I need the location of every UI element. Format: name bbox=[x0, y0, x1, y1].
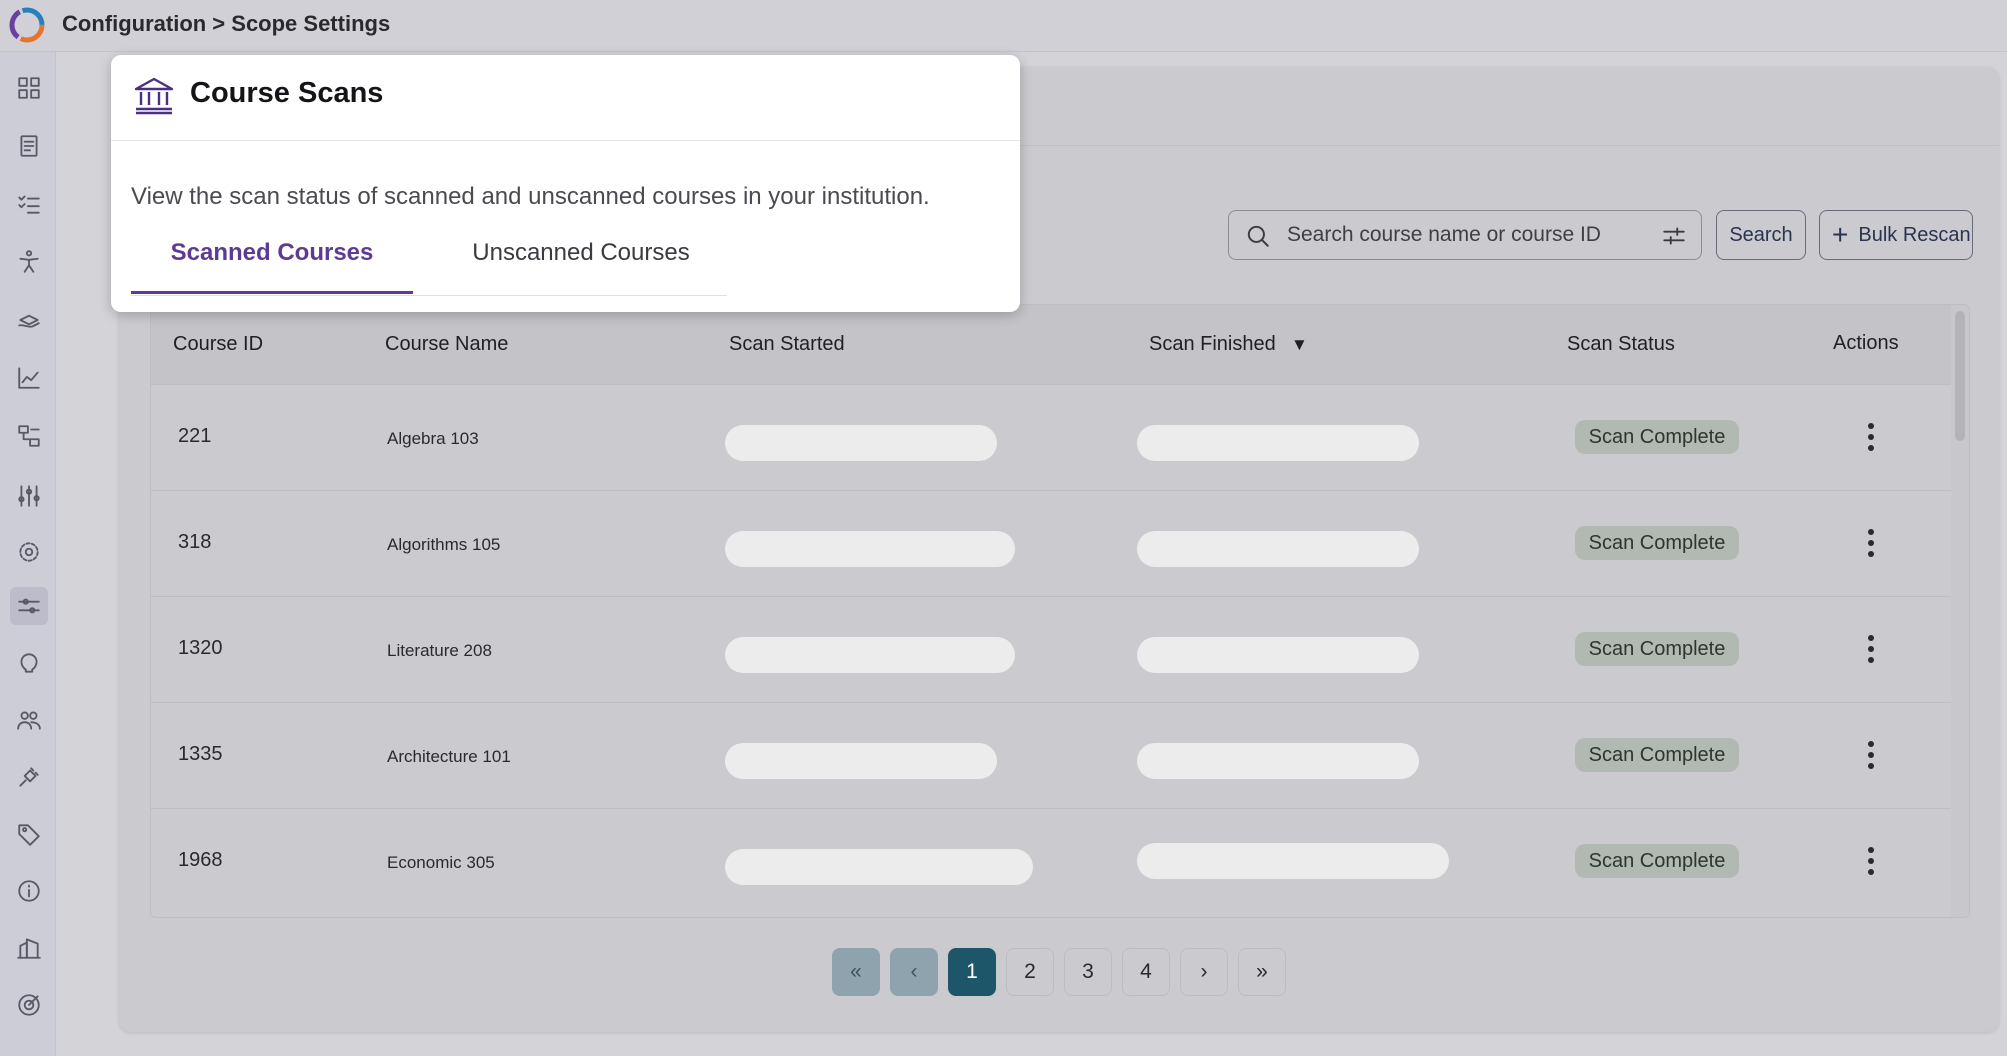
course-tabs: Scanned Courses Unscanned Courses bbox=[131, 232, 727, 296]
document-icon[interactable] bbox=[10, 127, 48, 165]
scrollbar-thumb[interactable] bbox=[1955, 311, 1965, 441]
scan-started-placeholder bbox=[725, 425, 997, 461]
workflow-icon[interactable] bbox=[10, 417, 48, 455]
status-badge: Scan Complete bbox=[1575, 526, 1739, 560]
app-logo-icon[interactable] bbox=[6, 4, 48, 46]
scan-finished-placeholder bbox=[1137, 743, 1419, 779]
checklist-icon[interactable] bbox=[10, 185, 48, 223]
filter-icon[interactable] bbox=[1661, 223, 1687, 249]
sort-desc-icon[interactable]: ▼ bbox=[1291, 335, 1308, 355]
row-actions-icon[interactable] bbox=[1856, 841, 1886, 881]
table-row[interactable]: 1320 Literature 208 Scan Complete bbox=[151, 597, 1951, 703]
search-button[interactable]: Search bbox=[1716, 210, 1806, 260]
tab-unscanned-courses[interactable]: Unscanned Courses bbox=[471, 232, 691, 294]
table-row[interactable]: 221 Algebra 103 Scan Complete bbox=[151, 385, 1951, 491]
bulk-rescan-label: Bulk Rescan bbox=[1858, 223, 1971, 246]
prev-page-button[interactable]: ‹ bbox=[890, 948, 938, 996]
gear-icon[interactable] bbox=[10, 533, 48, 571]
next-page-button[interactable]: › bbox=[1180, 948, 1228, 996]
popover-description: View the scan status of scanned and unsc… bbox=[131, 183, 930, 210]
status-badge: Scan Complete bbox=[1575, 632, 1739, 666]
course-name: Economic 305 bbox=[387, 853, 495, 872]
learning-icon[interactable] bbox=[10, 301, 48, 339]
scan-finished-placeholder bbox=[1137, 637, 1419, 673]
plug-icon[interactable] bbox=[10, 758, 48, 796]
adjustments-icon[interactable] bbox=[10, 477, 48, 515]
row-actions-icon[interactable] bbox=[1856, 523, 1886, 563]
page-button-2[interactable]: 2 bbox=[1006, 948, 1054, 996]
sidebar bbox=[0, 52, 56, 1056]
course-id: 1968 bbox=[178, 849, 223, 871]
users-icon[interactable] bbox=[10, 701, 48, 739]
popover-title: Course Scans bbox=[190, 77, 384, 109]
column-header-course-id[interactable]: Course ID bbox=[173, 333, 263, 356]
breadcrumb: Configuration > Scope Settings bbox=[62, 11, 391, 36]
target-icon[interactable] bbox=[10, 986, 48, 1024]
scan-started-placeholder bbox=[725, 637, 1015, 673]
search-input-container[interactable] bbox=[1228, 210, 1702, 260]
course-id: 1335 bbox=[178, 743, 223, 765]
popover-header: Course Scans bbox=[111, 55, 1020, 141]
column-header-course-name[interactable]: Course Name bbox=[385, 333, 508, 356]
column-header-scan-status[interactable]: Scan Status bbox=[1567, 333, 1675, 356]
search-icon bbox=[1247, 225, 1269, 247]
top-bar: Configuration > Scope Settings bbox=[0, 0, 2007, 52]
table-row[interactable]: 318 Algorithms 105 Scan Complete bbox=[151, 491, 1951, 597]
brain-icon[interactable] bbox=[10, 644, 48, 682]
course-scans-popover: Course Scans View the scan status of sca… bbox=[111, 55, 1020, 312]
courses-table: Course ID Course Name Scan Started Scan … bbox=[150, 304, 1970, 918]
course-id: 221 bbox=[178, 425, 212, 447]
course-name: Algorithms 105 bbox=[387, 535, 501, 554]
table-scrollbar[interactable] bbox=[1951, 305, 1969, 917]
status-badge: Scan Complete bbox=[1575, 844, 1739, 878]
page-button-3[interactable]: 3 bbox=[1064, 948, 1112, 996]
row-actions-icon[interactable] bbox=[1856, 735, 1886, 775]
course-name: Literature 208 bbox=[387, 641, 492, 660]
column-header-scan-started[interactable]: Scan Started bbox=[729, 333, 845, 356]
course-id: 318 bbox=[178, 531, 212, 553]
status-badge: Scan Complete bbox=[1575, 420, 1739, 454]
last-page-button[interactable]: » bbox=[1238, 948, 1286, 996]
course-name: Algebra 103 bbox=[387, 429, 479, 448]
scan-finished-placeholder bbox=[1137, 425, 1419, 461]
scan-started-placeholder bbox=[725, 531, 1015, 567]
scan-started-placeholder bbox=[725, 849, 1033, 885]
row-actions-icon[interactable] bbox=[1856, 629, 1886, 669]
page-button-1[interactable]: 1 bbox=[948, 948, 996, 996]
scan-finished-placeholder bbox=[1137, 531, 1419, 567]
column-header-actions: Actions bbox=[1833, 332, 1899, 354]
analytics-icon[interactable] bbox=[10, 359, 48, 397]
plus-icon: + bbox=[1832, 219, 1849, 250]
column-header-scan-finished[interactable]: Scan Finished bbox=[1149, 333, 1276, 356]
row-actions-icon[interactable] bbox=[1856, 417, 1886, 457]
accessibility-icon[interactable] bbox=[10, 243, 48, 281]
tab-scanned-courses[interactable]: Scanned Courses bbox=[131, 232, 413, 294]
table-header: Course ID Course Name Scan Started Scan … bbox=[151, 305, 1951, 385]
table-row[interactable]: 1968 Economic 305 Scan Complete bbox=[151, 809, 1951, 915]
scan-started-placeholder bbox=[725, 743, 997, 779]
info-icon[interactable] bbox=[10, 872, 48, 910]
institution-icon bbox=[134, 77, 174, 115]
table-row[interactable]: 1335 Architecture 101 Scan Complete bbox=[151, 703, 1951, 809]
bulk-rescan-button[interactable]: + Bulk Rescan bbox=[1819, 210, 1973, 260]
scan-finished-placeholder bbox=[1137, 843, 1449, 879]
course-name: Architecture 101 bbox=[387, 747, 511, 766]
tag-icon[interactable] bbox=[10, 815, 48, 853]
search-input[interactable] bbox=[1287, 219, 1647, 251]
dashboard-icon[interactable] bbox=[10, 69, 48, 107]
page-button-4[interactable]: 4 bbox=[1122, 948, 1170, 996]
status-badge: Scan Complete bbox=[1575, 738, 1739, 772]
first-page-button[interactable]: « bbox=[832, 948, 880, 996]
course-id: 1320 bbox=[178, 637, 223, 659]
sliders-icon[interactable] bbox=[10, 587, 48, 625]
institution-icon[interactable] bbox=[10, 929, 48, 967]
